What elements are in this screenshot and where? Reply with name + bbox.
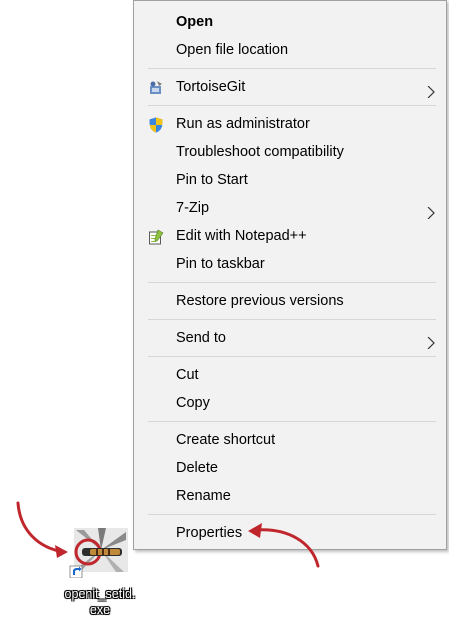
annotation-arrow-to-icon bbox=[16, 501, 68, 558]
menu-item-label: Create shortcut bbox=[176, 432, 276, 448]
menu-separator bbox=[148, 282, 436, 283]
menu-separator bbox=[148, 105, 436, 106]
menu-item-label: TortoiseGit bbox=[176, 79, 246, 95]
menu-item-label: Properties bbox=[176, 525, 243, 541]
menu-item-label: Troubleshoot compatibility bbox=[176, 144, 344, 160]
menu-item-label: Send to bbox=[176, 330, 226, 346]
menu-separator bbox=[148, 319, 436, 320]
menu-item-create-shortcut[interactable]: Create shortcut bbox=[134, 427, 446, 453]
menu-item-open[interactable]: Open bbox=[134, 9, 446, 35]
menu-item-label: Delete bbox=[176, 460, 218, 476]
menu-item-label: Rename bbox=[176, 488, 231, 504]
menu-item-edit-with-notepad[interactable]: Edit with Notepad++ bbox=[134, 223, 446, 249]
menu-item-troubleshoot-compatibility[interactable]: Troubleshoot compatibility bbox=[134, 139, 446, 165]
menu-separator bbox=[148, 421, 436, 422]
menu-item-label: Copy bbox=[176, 395, 210, 411]
menu-item-tortoisegit[interactable]: TortoiseGit bbox=[134, 74, 446, 100]
context-menu: Open Open file location TortoiseGit Run … bbox=[133, 0, 447, 550]
menu-item-label: Pin to Start bbox=[176, 172, 248, 188]
chevron-right-icon bbox=[427, 332, 435, 350]
menu-item-label: Open file location bbox=[176, 42, 289, 58]
menu-item-label: Cut bbox=[176, 367, 199, 383]
menu-item-restore-previous-versions[interactable]: Restore previous versions bbox=[134, 288, 446, 314]
menu-item-copy[interactable]: Copy bbox=[134, 390, 446, 416]
application-shortcut-icon bbox=[69, 528, 128, 579]
menu-item-properties[interactable]: Properties bbox=[134, 520, 446, 546]
notepad-plus-plus-icon bbox=[148, 228, 164, 245]
desktop-shortcut-label: openit_setid. exe bbox=[64, 587, 136, 617]
chevron-right-icon bbox=[427, 81, 435, 99]
uac-shield-icon bbox=[148, 116, 164, 133]
menu-item-pin-to-taskbar[interactable]: Pin to taskbar bbox=[134, 251, 446, 277]
menu-item-delete[interactable]: Delete bbox=[134, 455, 446, 481]
desktop-shortcut[interactable] bbox=[66, 528, 128, 579]
menu-separator bbox=[148, 514, 436, 515]
menu-item-send-to[interactable]: Send to bbox=[134, 325, 446, 351]
menu-item-label: Pin to taskbar bbox=[176, 256, 265, 272]
menu-item-label: Run as administrator bbox=[176, 116, 310, 132]
menu-item-rename[interactable]: Rename bbox=[134, 483, 446, 509]
menu-item-label: Open bbox=[176, 14, 214, 30]
menu-item-pin-to-start[interactable]: Pin to Start bbox=[134, 167, 446, 193]
menu-item-7zip[interactable]: 7-Zip bbox=[134, 195, 446, 221]
menu-item-run-as-administrator[interactable]: Run as administrator bbox=[134, 111, 446, 137]
menu-separator bbox=[148, 356, 436, 357]
menu-separator bbox=[148, 68, 436, 69]
menu-item-open-file-location[interactable]: Open file location bbox=[134, 37, 446, 63]
menu-item-label: Edit with Notepad++ bbox=[176, 228, 307, 244]
chevron-right-icon bbox=[427, 202, 435, 220]
menu-item-label: Restore previous versions bbox=[176, 293, 344, 309]
menu-item-label: 7-Zip bbox=[176, 200, 210, 216]
menu-item-cut[interactable]: Cut bbox=[134, 362, 446, 388]
tortoisegit-icon bbox=[148, 79, 164, 95]
